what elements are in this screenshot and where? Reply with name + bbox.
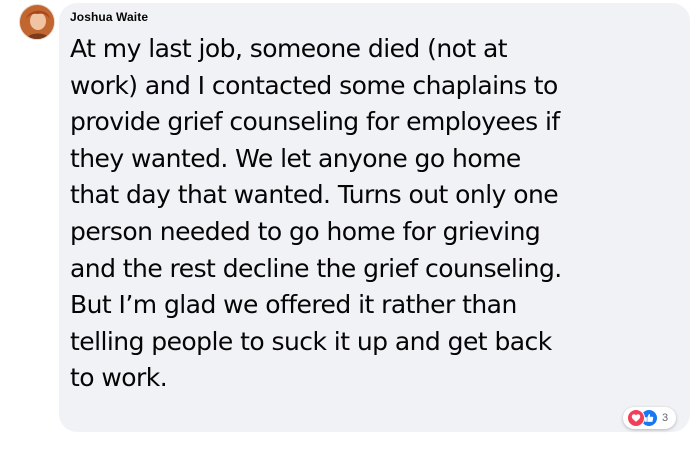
comment-text-line: work) and I contacted some chaplains to [70, 70, 558, 100]
comment-text-line: telling people to suck it up and get bac… [70, 326, 552, 356]
love-icon [627, 409, 645, 427]
comment-text: At my last job, someone died (not at wor… [70, 31, 640, 397]
comment-text-line: to work. [70, 363, 168, 393]
comment-text-line: and the rest decline the grief counselin… [70, 253, 562, 283]
avatar[interactable] [19, 4, 55, 40]
comment-author[interactable]: Joshua Waite [70, 10, 148, 24]
comment-text-line: person needed to go home for grieving [70, 216, 541, 246]
reactions-summary[interactable]: 3 [623, 407, 677, 429]
comment-text-line: provide grief counseling for employees i… [70, 107, 560, 137]
comment-text-line: At my last job, someone died (not at [70, 34, 508, 63]
reaction-count: 3 [662, 412, 669, 424]
comment-text-line: they wanted. We let anyone go home [70, 143, 521, 173]
comment-text-line: But I’m glad we offered it rather than [70, 290, 517, 320]
comment-text-line: that day that wanted. Turns out only one [70, 180, 559, 210]
